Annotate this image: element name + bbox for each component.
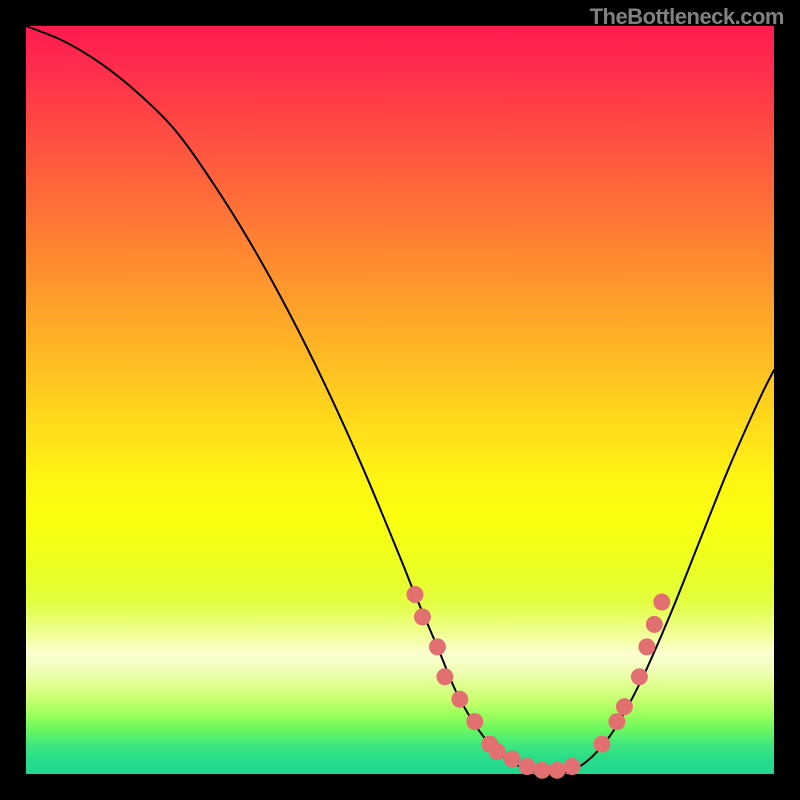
chart-frame: TheBottleneck.com [0,0,800,800]
curve-marker [519,758,536,775]
curve-marker [631,668,648,685]
curve-marker [489,743,506,760]
curve-marker [593,736,610,753]
curve-marker [616,698,633,715]
curve-marker [638,638,655,655]
curve-marker [646,616,663,633]
curve-marker [549,762,566,779]
curve-marker [436,668,453,685]
plot-area [26,26,774,774]
curve-marker [429,638,446,655]
curve-marker [504,751,521,768]
curve-marker [406,586,423,603]
curve-marker [653,593,670,610]
curve-marker [534,762,551,779]
chart-svg [26,26,774,774]
bottleneck-curve [26,26,774,774]
watermark-text: TheBottleneck.com [590,4,784,30]
curve-marker [564,758,581,775]
curve-marker [608,713,625,730]
curve-marker [414,608,431,625]
curve-marker [466,713,483,730]
curve-marker [451,691,468,708]
curve-markers [406,586,670,779]
